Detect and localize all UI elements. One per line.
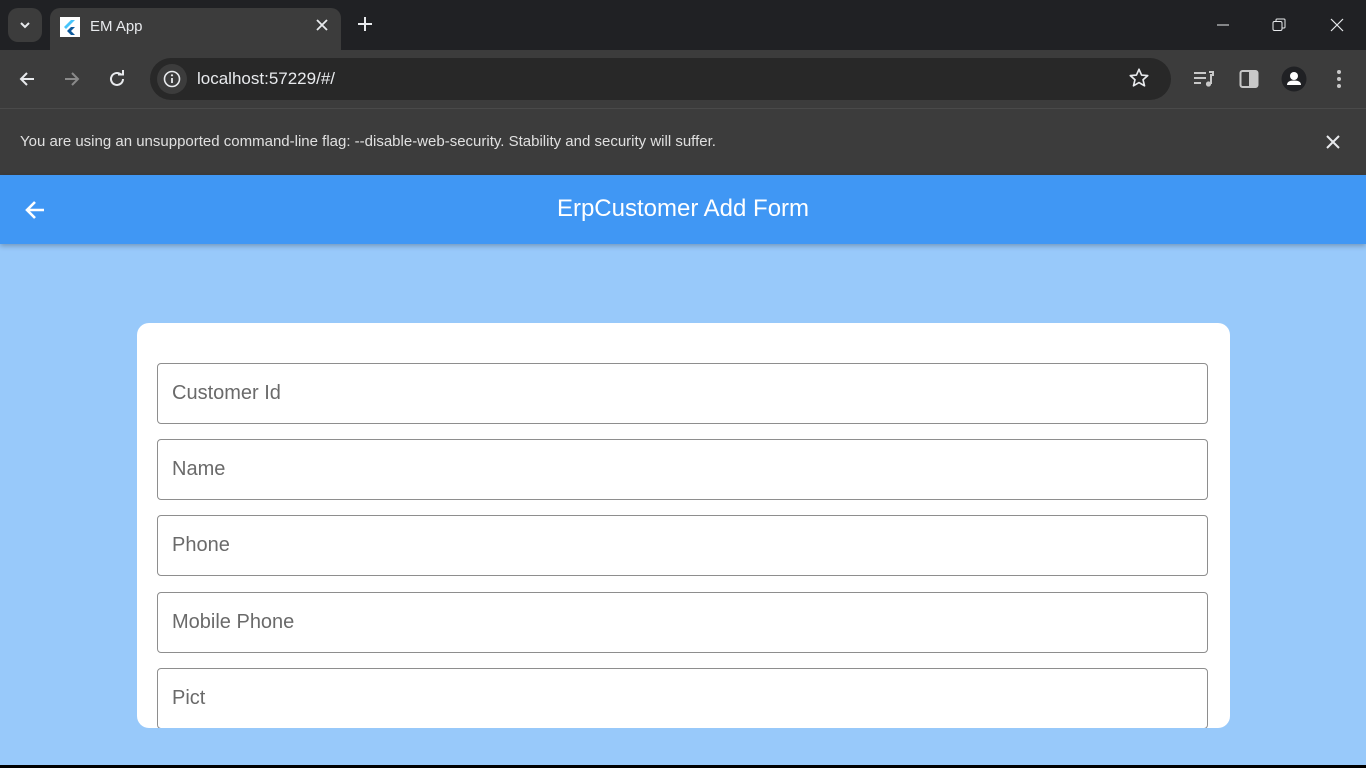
tab-search-button[interactable]: [8, 8, 42, 42]
minimize-icon: [1217, 24, 1229, 26]
arrow-left-icon: [19, 72, 34, 86]
mobile-phone-field[interactable]: [157, 592, 1208, 653]
info-icon: [163, 70, 181, 88]
name-field[interactable]: [157, 439, 1208, 500]
side-panel-icon: [1239, 70, 1259, 88]
name-input[interactable]: [158, 440, 1207, 499]
profile-button[interactable]: [1280, 65, 1308, 93]
address-bar[interactable]: localhost:57229/#/: [150, 58, 1171, 100]
mobile-phone-input[interactable]: [158, 593, 1207, 652]
side-panel-button[interactable]: [1235, 65, 1263, 93]
app-bar: ErpCustomer Add Form: [0, 175, 1366, 244]
browser-tab-strip: EM App: [0, 0, 1366, 50]
customer-id-input[interactable]: [158, 364, 1207, 423]
bookmark-button[interactable]: [1128, 67, 1152, 91]
flutter-logo-icon: [60, 17, 80, 37]
phone-input[interactable]: [158, 516, 1207, 575]
browser-tab[interactable]: EM App: [50, 8, 341, 50]
minimize-button[interactable]: [1208, 10, 1238, 40]
tab-title: EM App: [90, 18, 143, 35]
back-button[interactable]: [13, 65, 41, 93]
restore-icon: [1272, 18, 1286, 31]
close-window-button[interactable]: [1322, 10, 1352, 40]
customer-id-field[interactable]: [157, 363, 1208, 424]
avatar-icon: [1281, 66, 1307, 92]
forward-button[interactable]: [58, 65, 86, 93]
infobar-message: You are using an unsupported command-lin…: [20, 133, 716, 150]
infobar-close-button[interactable]: [1322, 131, 1344, 153]
plus-icon: [358, 17, 372, 31]
pict-field[interactable]: [157, 668, 1208, 728]
page-title: ErpCustomer Add Form: [556, 195, 810, 222]
close-icon: [1330, 18, 1344, 32]
site-info-button[interactable]: [157, 64, 187, 94]
phone-field[interactable]: [157, 515, 1208, 576]
media-control-button[interactable]: [1190, 65, 1218, 93]
new-tab-button[interactable]: [352, 12, 378, 38]
star-icon: [1129, 68, 1149, 87]
arrow-right-icon: [65, 72, 80, 86]
url-text[interactable]: localhost:57229/#/: [197, 69, 335, 89]
reload-icon: [110, 70, 124, 86]
menu-button[interactable]: [1325, 65, 1353, 93]
close-icon: [316, 19, 328, 31]
chevron-down-icon: [20, 22, 30, 29]
more-vertical-icon: [1337, 70, 1341, 88]
warning-infobar: You are using an unsupported command-lin…: [0, 108, 1366, 175]
tab-close-button[interactable]: [312, 15, 332, 35]
form-card: [137, 323, 1230, 728]
pict-input[interactable]: [158, 669, 1207, 728]
browser-toolbar: localhost:57229/#/: [0, 50, 1366, 108]
restore-button[interactable]: [1264, 10, 1294, 40]
app-body: ErpCustomer Add Form: [0, 175, 1366, 765]
reload-button[interactable]: [103, 65, 131, 93]
playlist-music-icon: [1194, 71, 1214, 87]
close-icon: [1326, 135, 1340, 149]
